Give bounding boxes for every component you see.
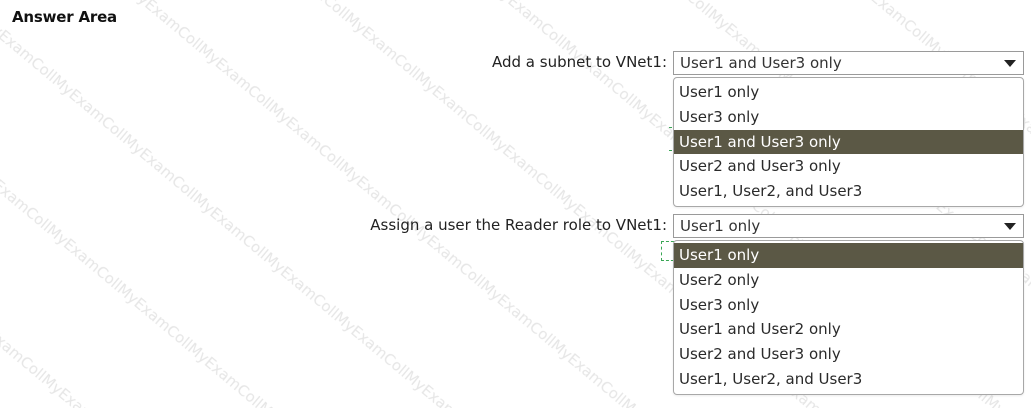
- add-subnet-dropdown[interactable]: User1 and User3 only: [673, 51, 1024, 75]
- chevron-down-icon: [1004, 222, 1016, 230]
- chevron-down-icon: [1004, 59, 1016, 67]
- add-subnet-options-list: User1 only User3 only User1 and User3 on…: [673, 77, 1024, 207]
- assign-reader-dropdown[interactable]: User1 only: [673, 214, 1024, 238]
- option-user1-user2-and-user3[interactable]: User1, User2, and User3: [674, 367, 1023, 392]
- option-user3-only[interactable]: User3 only: [674, 293, 1023, 318]
- assign-reader-options-list: User1 only User2 only User3 only User1 a…: [673, 240, 1024, 395]
- assign-reader-selected-value: User1 only: [680, 217, 761, 235]
- add-subnet-selected-value: User1 and User3 only: [680, 54, 842, 72]
- option-user1-and-user3-only[interactable]: User1 and User3 only: [674, 129, 1023, 155]
- option-user2-only[interactable]: User2 only: [674, 268, 1023, 293]
- option-user2-and-user3-only[interactable]: User2 and User3 only: [674, 342, 1023, 367]
- add-subnet-dropdown-toggle[interactable]: [997, 52, 1023, 74]
- option-user1-only[interactable]: User1 only: [674, 80, 1023, 105]
- option-user3-only[interactable]: User3 only: [674, 105, 1023, 130]
- question-label-assign-reader: Assign a user the Reader role to VNet1:: [370, 216, 667, 234]
- question-label-add-subnet: Add a subnet to VNet1:: [491, 53, 667, 71]
- assign-reader-dropdown-toggle[interactable]: [997, 215, 1023, 237]
- answer-area-title: Answer Area: [12, 8, 117, 26]
- option-user2-and-user3-only[interactable]: User2 and User3 only: [674, 154, 1023, 179]
- option-user1-and-user2-only[interactable]: User1 and User2 only: [674, 317, 1023, 342]
- option-user1-only[interactable]: User1 only: [674, 243, 1023, 268]
- option-user1-user2-and-user3[interactable]: User1, User2, and User3: [674, 179, 1023, 204]
